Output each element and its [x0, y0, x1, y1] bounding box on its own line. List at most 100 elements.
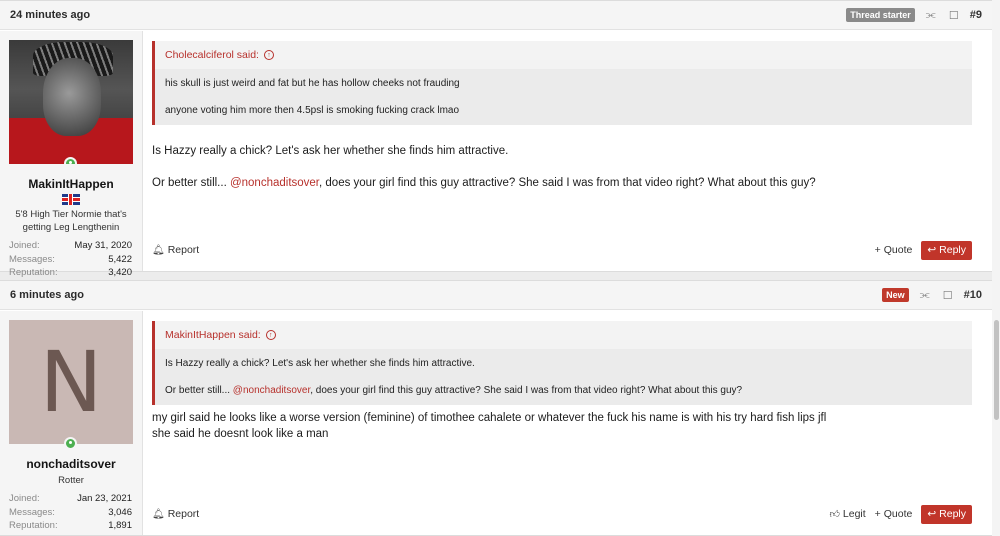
online-status-icon [64, 437, 77, 450]
stat-label: Messages: [9, 253, 55, 265]
quote-line: his skull is just weird and fat but he h… [165, 78, 460, 89]
reply-button[interactable]: ↩ Reply [921, 504, 972, 524]
avatar-letter: N [39, 333, 103, 431]
quote-block: Cholecalciferol said: ↑ his skull is jus… [152, 41, 972, 125]
jump-to-quote-icon[interactable]: ↑ [265, 330, 276, 340]
post-9: 24 minutes ago Thread starter ⫘ ☐ #9 Mak… [0, 0, 992, 278]
stat-joined: Joined: Jan 23, 2021 [9, 492, 132, 506]
message-text: , does your girl find this guy attractiv… [319, 177, 816, 189]
stat-value: 5,422 [108, 253, 132, 265]
post-number[interactable]: #10 [964, 289, 982, 301]
quote-author: MakinItHappen said: [165, 329, 261, 341]
user-stats: Joined: Jan 23, 2021 Messages: 3,046 Rep… [9, 492, 132, 533]
reply-label: Reply [939, 244, 966, 256]
share-icon[interactable]: ⫘ [918, 289, 932, 302]
thumbs-up-icon: 👍︎ [829, 509, 840, 520]
message-line: she said he doesnt look like a man [152, 428, 329, 440]
online-status-icon [64, 157, 77, 164]
stat-label: Joined: [9, 493, 40, 504]
post-header-tools: New ⫘ ☐ #10 [882, 288, 982, 302]
stat-label: Joined: [9, 240, 40, 251]
quote-author-link[interactable]: Cholecalciferol said: ↑ [155, 41, 972, 69]
user-title: Rotter [58, 475, 84, 486]
stat-value: Jan 23, 2021 [77, 493, 132, 504]
user-title: 5'8 High Tier Normie that's getting Leg … [15, 209, 127, 233]
post-number[interactable]: #9 [970, 9, 982, 21]
stat-label: Reputation: [9, 520, 58, 531]
report-button[interactable]: 🔔︎ Report [152, 508, 199, 520]
message-body: my girl said he looks like a worse versi… [152, 410, 972, 442]
report-label: Report [167, 244, 200, 256]
bookmark-icon[interactable]: ☐ [947, 9, 961, 22]
stat-value: 1,891 [108, 520, 132, 531]
bell-icon: 🔔︎ [152, 508, 165, 520]
stat-value: May 31, 2020 [74, 240, 132, 251]
reply-arrow-icon: ↩ [927, 244, 937, 256]
post-timestamp[interactable]: 6 minutes ago [10, 289, 84, 301]
stat-label: Messages: [9, 506, 55, 518]
stat-label: Reputation: [9, 267, 58, 278]
reply-arrow-icon: ↩ [927, 508, 937, 520]
user-mention-link[interactable]: @nonchaditsover [230, 177, 319, 189]
message-text: Or better still... [152, 177, 230, 189]
thread-starter-badge: Thread starter [846, 8, 915, 22]
stat-messages: Messages: 5,422 [9, 253, 132, 267]
legit-label: Legit [842, 508, 866, 520]
post-content: MakinItHappen said: ↑ Is Hazzy really a … [152, 311, 972, 535]
quote-body: Is Hazzy really a chick? Let's ask her w… [155, 349, 972, 405]
stat-value: 3,046 [108, 506, 132, 518]
post-10: 6 minutes ago New ⫘ ☐ #10 N nonchaditsov… [0, 280, 992, 536]
share-icon[interactable]: ⫘ [924, 9, 938, 22]
quote-button[interactable]: + Quote [875, 508, 913, 520]
post-actions-right: + Quote ↩ Reply [875, 240, 972, 260]
post-timestamp[interactable]: 24 minutes ago [10, 9, 90, 21]
user-info-panel: N nonchaditsover Rotter Joined: Jan 23, … [0, 311, 143, 535]
quote-line: Or better still... @nonchaditsover, does… [165, 384, 962, 397]
jump-to-quote-icon[interactable]: ↑ [263, 50, 274, 60]
user-info-panel: MakinItHappen 5'8 High Tier Normie that'… [0, 31, 143, 278]
uk-flag-icon [62, 194, 80, 205]
post-actions: 🔔︎ Report 👍︎ Legit + Quote ↩ Reply [152, 504, 972, 524]
post-header-tools: Thread starter ⫘ ☐ #9 [846, 8, 982, 22]
new-badge: New [882, 288, 909, 302]
quote-author: Cholecalciferol said: [165, 49, 259, 61]
user-mention-link[interactable]: @nonchaditsover [233, 385, 310, 396]
avatar[interactable]: N [9, 320, 133, 450]
post-actions-right: 👍︎ Legit + Quote ↩ Reply [829, 504, 972, 524]
quote-text: , does your girl find this guy attractiv… [310, 385, 743, 396]
quote-line: Is Hazzy really a chick? Let's ask her w… [165, 358, 475, 369]
avatar-face [43, 58, 101, 136]
quote-author-link[interactable]: MakinItHappen said: ↑ [155, 321, 972, 349]
quote-body: his skull is just weird and fat but he h… [155, 69, 972, 125]
quote-block: MakinItHappen said: ↑ Is Hazzy really a … [152, 321, 972, 405]
quote-line: anyone voting him more then 4.5psl is sm… [165, 105, 460, 116]
bell-icon: 🔔︎ [152, 244, 165, 256]
report-label: Report [167, 508, 200, 520]
message-line: my girl said he looks like a worse versi… [152, 412, 827, 424]
message-line: Is Hazzy really a chick? Let's ask her w… [152, 145, 509, 157]
quote-text: Or better still... [165, 385, 233, 396]
post-actions: 🔔︎ Report + Quote ↩ Reply [152, 240, 972, 260]
stat-reputation: Reputation: 3,420 [9, 266, 132, 280]
legit-button[interactable]: 👍︎ Legit [829, 508, 865, 520]
username[interactable]: MakinItHappen [0, 177, 142, 191]
stat-reputation: Reputation: 1,891 [9, 519, 132, 533]
reply-label: Reply [939, 508, 966, 520]
reply-button[interactable]: ↩ Reply [921, 240, 972, 260]
message-body: Is Hazzy really a chick? Let's ask her w… [152, 143, 972, 191]
post-header: 24 minutes ago Thread starter ⫘ ☐ #9 [0, 1, 992, 30]
quote-button[interactable]: + Quote [875, 244, 913, 256]
bookmark-icon[interactable]: ☐ [941, 289, 955, 302]
post-content: Cholecalciferol said: ↑ his skull is jus… [152, 31, 972, 271]
user-stats: Joined: May 31, 2020 Messages: 5,422 Rep… [9, 239, 132, 280]
stat-joined: Joined: May 31, 2020 [9, 239, 132, 253]
stat-messages: Messages: 3,046 [9, 506, 132, 520]
page-scrollbar[interactable] [992, 0, 1000, 536]
username[interactable]: nonchaditsover [0, 457, 142, 471]
scrollbar-thumb[interactable] [994, 320, 999, 420]
message-line: Or better still... @nonchaditsover, does… [152, 175, 972, 191]
avatar[interactable] [9, 40, 133, 164]
post-header: 6 minutes ago New ⫘ ☐ #10 [0, 281, 992, 310]
report-button[interactable]: 🔔︎ Report [152, 244, 199, 256]
stat-value: 3,420 [108, 267, 132, 278]
